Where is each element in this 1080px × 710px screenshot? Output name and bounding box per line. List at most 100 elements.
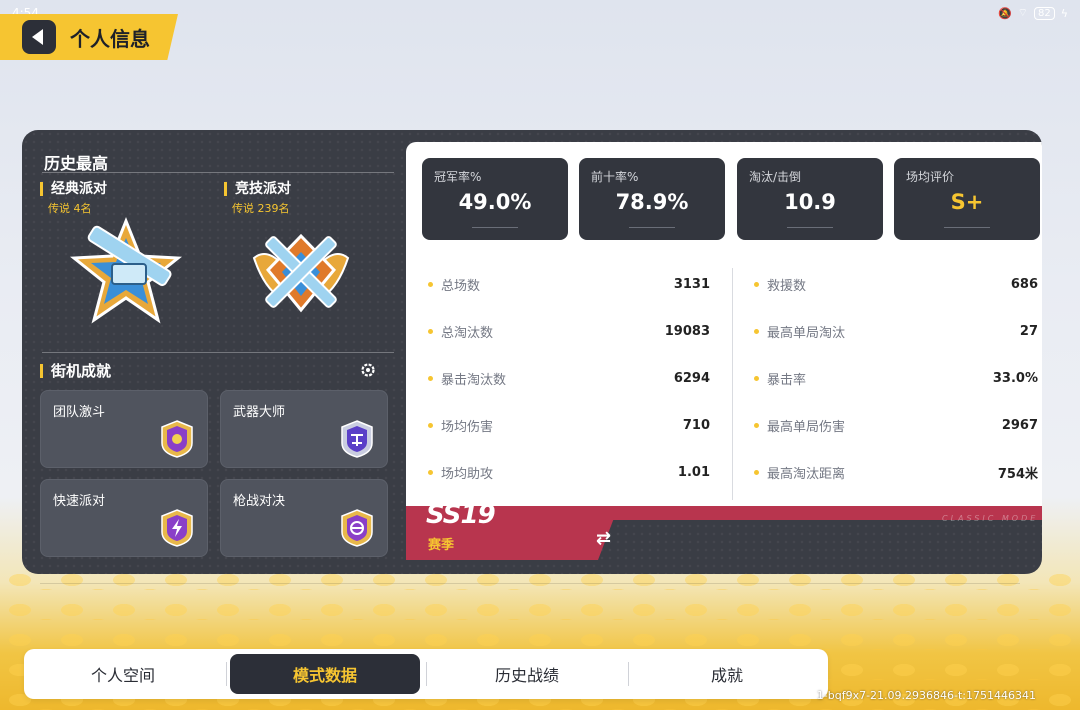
stat-value: 19083	[664, 323, 710, 339]
tile-value: S+	[950, 190, 984, 214]
arcade-card-weapon-master[interactable]: 武器大师	[220, 390, 388, 468]
stat-row: 场均伤害 710	[428, 415, 710, 435]
panel-bottom-divider	[40, 583, 1020, 584]
gear-icon[interactable]	[360, 362, 376, 378]
season-code: SS19	[426, 500, 496, 530]
stat-value: 1.01	[677, 464, 710, 480]
stat-row: 救援数 686	[754, 274, 1038, 294]
arcade-card-quick-party[interactable]: 快速派对	[40, 479, 208, 557]
classic-rank-star-badge-icon	[69, 216, 183, 324]
stat-row: 最高单局淘汰 27	[754, 321, 1038, 341]
tile-value: 10.9	[784, 190, 836, 214]
tab-achievements[interactable]: 成就	[632, 654, 822, 694]
stat-row: 总场数 3131	[428, 274, 710, 294]
stat-value: 2967	[1001, 417, 1038, 433]
mode-classic-rank: 传说 4名	[48, 202, 92, 215]
stat-row: 暴击率 33.0%	[754, 368, 1038, 388]
page-title: 个人信息	[70, 26, 150, 51]
stat-value: 3131	[673, 276, 710, 292]
arcade-card-team-fight[interactable]: 团队激斗	[40, 390, 208, 468]
wifi-icon: ⌔	[1017, 6, 1028, 19]
tab-match-history[interactable]: 历史战绩	[432, 654, 622, 694]
stat-label: 救援数	[767, 278, 807, 294]
arcade-card-label: 快速派对	[53, 494, 106, 509]
bullet-dot	[428, 375, 433, 381]
stat-value: 33.0%	[992, 370, 1038, 386]
stat-tile-rating: 场均评价 S+	[894, 158, 1040, 240]
mode-competitive-label: 竞技派对	[224, 182, 291, 196]
stat-row: 暴击淘汰数 6294	[428, 368, 710, 388]
bullet-dot	[754, 422, 759, 428]
stat-row: 场均助攻 1.01	[428, 462, 710, 482]
column-divider	[732, 268, 733, 500]
bottom-tab-bar: 个人空间 模式数据 历史战绩 成就	[24, 649, 828, 699]
weapon-master-badge-icon	[341, 420, 373, 458]
tile-label: 淘汰/击倒	[749, 170, 802, 184]
arcade-divider	[42, 352, 394, 353]
stat-row: 最高单局伤害 2967	[754, 415, 1038, 435]
tab-separator	[226, 662, 227, 686]
arcade-title: 街机成就	[40, 364, 111, 379]
build-id-text: 1-bqf9x7-21.09.2936846-t:1751446341	[816, 689, 1036, 702]
season-label: 赛季	[428, 538, 455, 553]
arcade-card-label: 武器大师	[233, 405, 286, 420]
stat-value: 27	[1019, 323, 1038, 339]
tile-underline	[629, 227, 675, 228]
bullet-dot	[754, 328, 759, 334]
tab-personal-space[interactable]: 个人空间	[28, 654, 218, 694]
tab-mode-data[interactable]: 模式数据	[230, 654, 420, 694]
gun-duel-badge-icon	[341, 509, 373, 547]
page-header: 个人信息	[0, 14, 178, 60]
swap-arrows-icon[interactable]: ⇄	[596, 528, 611, 549]
stat-tile-kd: 淘汰/击倒 10.9	[737, 158, 883, 240]
mode-competitive-rank: 传说 239名	[232, 202, 290, 215]
tile-underline	[944, 227, 990, 228]
stat-value: 754米	[997, 466, 1038, 482]
arcade-card-gun-duel[interactable]: 枪战对决	[220, 479, 388, 557]
stat-row: 总淘汰数 19083	[428, 321, 710, 341]
tile-underline	[472, 227, 518, 228]
stat-tile-top10-rate: 前十率% 78.9%	[579, 158, 725, 240]
battery-indicator: 82	[1034, 6, 1055, 20]
stat-label: 暴击淘汰数	[441, 372, 507, 388]
arcade-card-label: 团队激斗	[53, 405, 106, 420]
competitive-rank-wings-badge-icon	[252, 233, 350, 313]
stat-value: 686	[1010, 276, 1038, 292]
history-divider	[42, 172, 394, 173]
stat-label: 场均助攻	[441, 466, 494, 482]
charging-icon: ϟ	[1060, 6, 1068, 20]
arcade-card-label: 枪战对决	[233, 494, 286, 509]
history-title: 历史最高	[44, 154, 109, 173]
stats-panel: 历史最高 经典派对 传说 4名 竞技派对 传说 239名 街机成就 团队激斗 武…	[22, 130, 1042, 574]
team-fight-badge-icon	[161, 420, 193, 458]
status-icons: 🔕 ⌔ 82 ϟ	[998, 6, 1068, 20]
tile-label: 冠军率%	[434, 170, 482, 184]
stats-card: 冠军率% 49.0% 前十率% 78.9% 淘汰/击倒 10.9 场均评价 S+…	[406, 142, 1042, 512]
history-column: 历史最高 经典派对 传说 4名 竞技派对 传说 239名 街机成就 团队激斗 武…	[22, 130, 406, 574]
stat-row: 最高淘汰距离 754米	[754, 462, 1038, 482]
stat-label: 总场数	[441, 278, 481, 294]
bullet-dot	[428, 422, 433, 428]
stat-tile-win-rate: 冠军率% 49.0%	[422, 158, 568, 240]
tab-separator	[426, 662, 427, 686]
mode-classic-label: 经典派对	[40, 182, 107, 196]
stat-label: 最高淘汰距离	[767, 466, 846, 482]
tile-value: 78.9%	[615, 190, 689, 214]
mode-watermark-text: CLASSIC MODE	[942, 514, 1039, 523]
stat-label: 最高单局伤害	[767, 419, 846, 435]
bullet-dot	[428, 281, 433, 287]
tile-label: 场均评价	[906, 170, 955, 184]
stat-label: 最高单局淘汰	[767, 325, 846, 341]
tile-label: 前十率%	[591, 170, 639, 184]
tile-value: 49.0%	[458, 190, 532, 214]
stat-label: 暴击率	[767, 372, 807, 388]
bullet-dot	[754, 469, 759, 475]
tile-underline	[787, 227, 833, 228]
bullet-dot	[428, 328, 433, 334]
stat-value: 710	[682, 417, 710, 433]
back-button[interactable]	[22, 20, 56, 54]
mute-icon: 🔕	[997, 6, 1012, 20]
bullet-dot	[754, 375, 759, 381]
stat-value: 6294	[673, 370, 710, 386]
tab-separator	[628, 662, 629, 686]
